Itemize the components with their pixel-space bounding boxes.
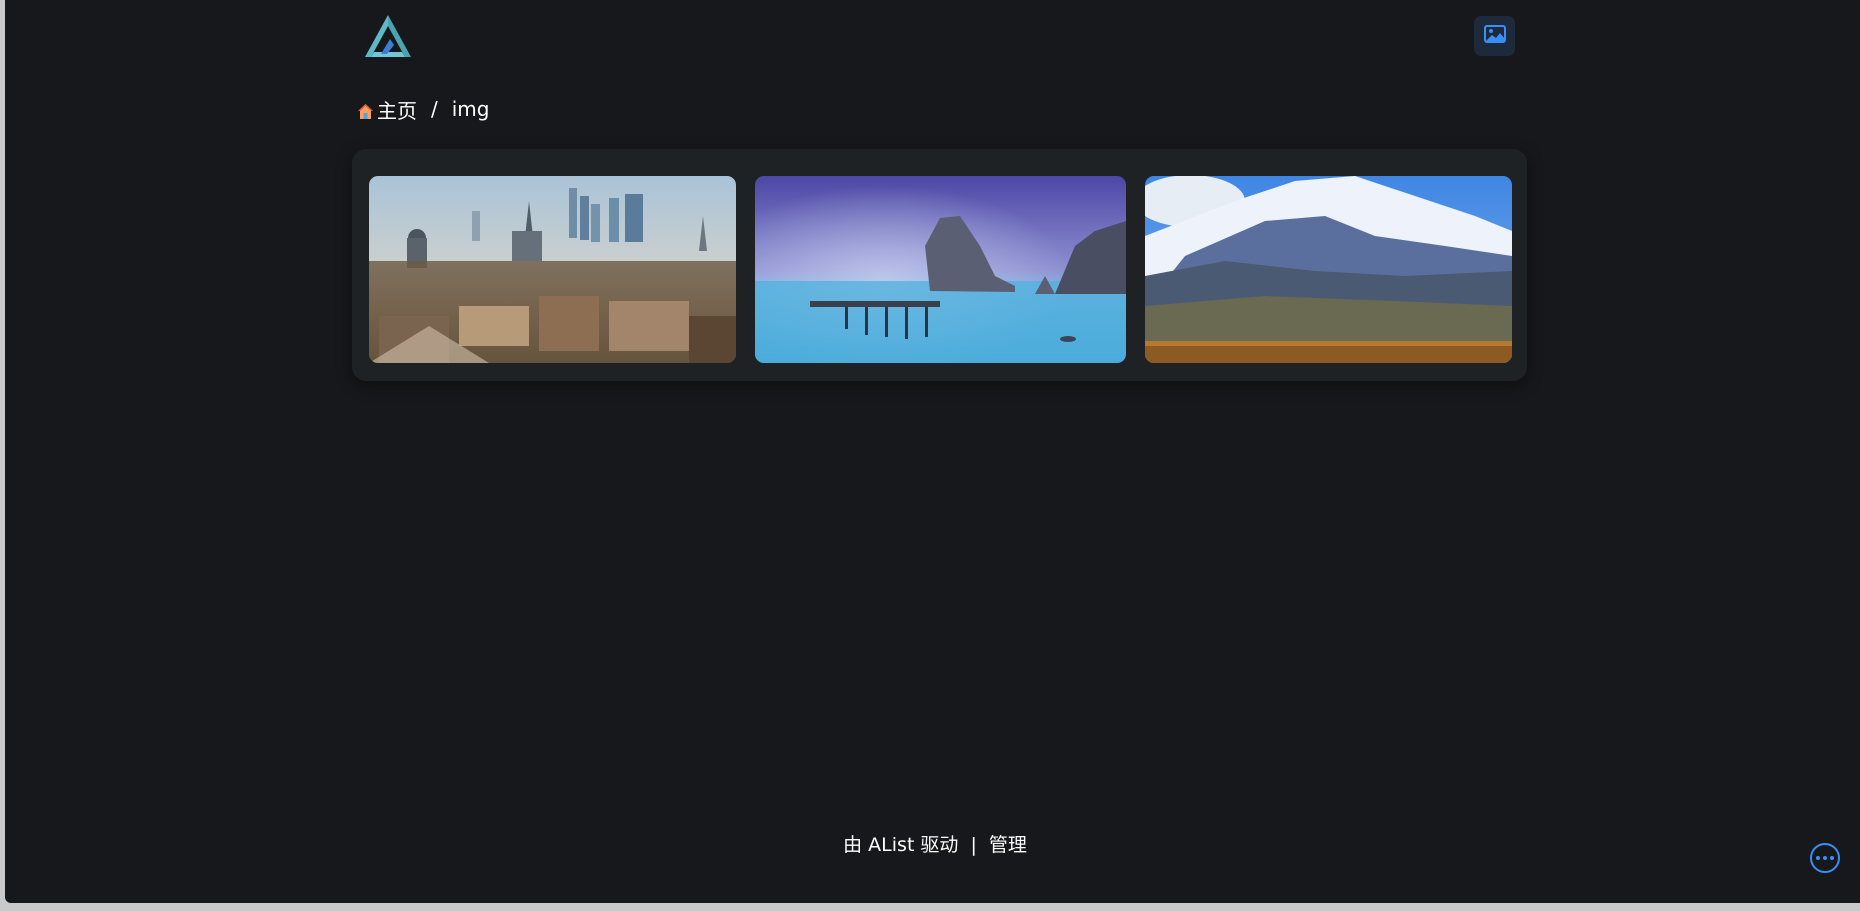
app-window: 主页 / img 由 AList 驱动 | 管理: [5, 0, 1860, 903]
more-icon-dot: [1823, 856, 1827, 860]
breadcrumb-home-link[interactable]: 主页: [377, 95, 417, 124]
footer: 由 AList 驱动 | 管理: [5, 830, 1860, 857]
layout-toggle-button[interactable]: [1474, 16, 1515, 56]
manage-link[interactable]: 管理: [989, 834, 1027, 856]
powered-by-link[interactable]: 由 AList 驱动: [843, 834, 958, 856]
alist-logo-icon[interactable]: [359, 12, 417, 62]
more-icon-dot: [1830, 856, 1834, 860]
breadcrumb: 主页 / img: [357, 95, 490, 124]
image-icon: [1483, 25, 1506, 47]
more-button[interactable]: [1810, 843, 1840, 873]
footer-separator: |: [970, 834, 977, 856]
more-icon-dot: [1816, 856, 1820, 860]
home-icon[interactable]: [357, 101, 374, 119]
image-thumbnail-mountain[interactable]: [1145, 176, 1512, 363]
breadcrumb-current[interactable]: img: [452, 97, 490, 121]
image-thumbnail-city[interactable]: [369, 176, 736, 363]
image-grid: [352, 149, 1527, 381]
image-thumbnail-sea[interactable]: [755, 176, 1126, 363]
breadcrumb-separator: /: [431, 97, 438, 121]
